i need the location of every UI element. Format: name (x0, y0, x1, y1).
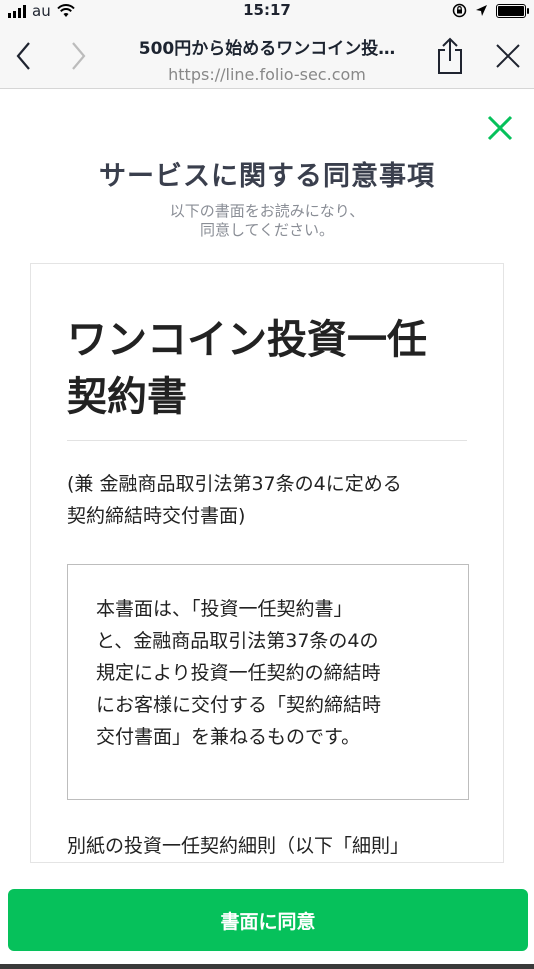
document-scroll-area[interactable]: ワンコイン投資一任 契約書 (兼 金融商品取引法第37条の4に定める 契約締結時… (30, 263, 504, 863)
close-icon (496, 44, 520, 68)
instruction-line: 同意してください。 (199, 221, 335, 239)
browser-navbar: 500円から始めるワンコイン投… https://line.folio-sec.… (0, 22, 534, 89)
divider (67, 440, 467, 441)
url-label: https://line.folio-sec.com (168, 65, 366, 84)
notice-line: と、金融商品取引法第37条の4の (96, 630, 379, 652)
status-right (452, 3, 529, 18)
rotation-lock-icon (452, 3, 467, 18)
document-title-line: 契約書 (67, 374, 187, 420)
modal-instruction: 以下の書面をお読みになり、 同意してください。 (0, 202, 534, 240)
back-button[interactable] (4, 36, 44, 76)
document-subtitle: (兼 金融商品取引法第37条の4に定める 契約締結時交付書面) (67, 468, 467, 532)
share-button[interactable] (430, 36, 470, 76)
bottom-bar (0, 964, 534, 969)
back-icon (16, 42, 30, 70)
location-icon (476, 5, 487, 16)
share-icon (438, 37, 462, 74)
close-icon (487, 115, 513, 141)
document-title: ワンコイン投資一任 契約書 (67, 312, 487, 426)
notice-box: 本書面は、「投資一任契約書」 と、金融商品取引法第37条の4の 規定により投資一… (67, 564, 469, 800)
notice-line: 規定により投資一任契約の締結時 (96, 662, 381, 684)
battery-icon (496, 3, 529, 18)
modal-heading: サービスに関する同意事項 (99, 161, 435, 192)
document-subtitle-line: 契約締結時交付書面) (67, 505, 246, 527)
forward-icon (72, 42, 86, 70)
notice-line: にお客様に交付する「契約締結時 (96, 694, 382, 716)
page-title-area: 500円から始めるワンコイン投… https://line.folio-sec.… (100, 34, 434, 84)
document-subtitle-line: (兼 金融商品取引法第37条の4に定める (67, 473, 402, 495)
page-title: 500円から始めるワンコイン投… (138, 39, 396, 59)
notice-line: 本書面は、「投資一任契約書」 (96, 598, 353, 620)
modal-close-button[interactable] (486, 114, 514, 142)
agree-button[interactable]: 書面に同意 (8, 889, 528, 951)
close-browser-button[interactable] (488, 36, 528, 76)
document-body: 別紙の投資一任契約細則（以下「細則」 (67, 835, 410, 857)
forward-button[interactable] (58, 36, 98, 76)
instruction-line: 以下の書面をお読みになり、 (169, 202, 365, 220)
notice-line: 交付書面」を兼ねるものです。 (96, 726, 361, 748)
status-bar: au 15:17 (0, 0, 534, 22)
notice-text: 本書面は、「投資一任契約書」 と、金融商品取引法第37条の4の 規定により投資一… (96, 593, 446, 753)
document-title-line: ワンコイン投資一任 (67, 317, 427, 363)
